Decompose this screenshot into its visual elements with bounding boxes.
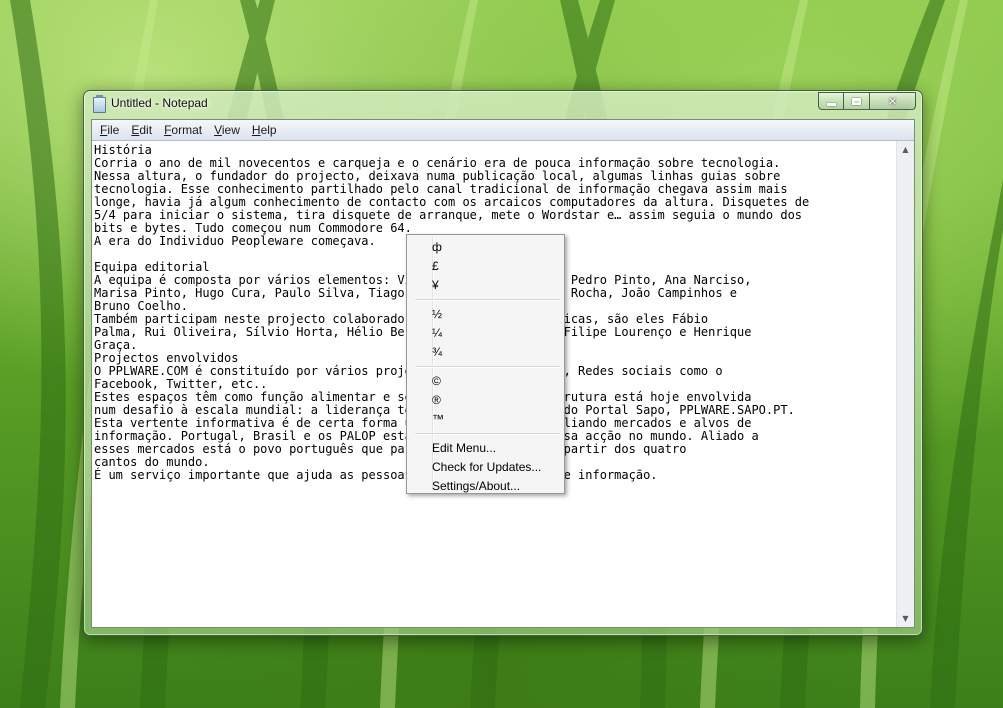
close-icon: ✕ (887, 94, 898, 108)
menu-file[interactable]: File (94, 123, 125, 137)
context-menu-item[interactable]: Check for Updates... (432, 458, 541, 477)
context-menu-item[interactable]: Edit Menu... (432, 439, 496, 458)
scroll-down-arrow-icon[interactable]: ▼ (897, 610, 914, 627)
context-menu-item[interactable]: ½ (432, 305, 442, 324)
menu-view[interactable]: View (208, 123, 246, 137)
context-menu-separator (415, 299, 560, 301)
title-bar[interactable]: Untitled - Notepad ✕ (84, 91, 922, 119)
window-title: Untitled - Notepad (111, 96, 208, 110)
context-menu-item[interactable]: ф (432, 238, 442, 257)
context-menu-item[interactable]: ¾ (432, 343, 442, 362)
context-menu-item[interactable]: © (432, 372, 441, 391)
scroll-up-arrow-icon[interactable]: ▲ (897, 141, 914, 158)
menu-format[interactable]: Format (158, 123, 208, 137)
menu-edit[interactable]: Edit (125, 123, 158, 137)
context-menu-item[interactable]: ¥ (432, 276, 439, 295)
context-menu-item[interactable]: ™ (432, 410, 444, 429)
context-menu-separator (415, 433, 560, 435)
vertical-scrollbar[interactable]: ▲ ▼ (896, 141, 914, 627)
menu-help[interactable]: Help (246, 123, 283, 137)
context-menu-item[interactable]: Settings/About... (432, 477, 520, 496)
menu-bar: File Edit Format View Help (92, 120, 914, 141)
close-button[interactable]: ✕ (870, 92, 916, 110)
context-menu-item[interactable]: ® (432, 391, 441, 410)
context-menu: ф £ ¥ ½ ¼ ¾ © ® ™ Edit Menu... Check for Updates..… (406, 234, 565, 494)
minimize-icon (826, 102, 836, 106)
notepad-icon[interactable] (93, 95, 106, 113)
minimize-button[interactable] (818, 92, 844, 110)
maximize-icon (852, 97, 861, 105)
context-menu-item[interactable]: £ (432, 257, 439, 276)
context-menu-separator (415, 366, 560, 368)
context-menu-item[interactable]: ¼ (432, 324, 442, 343)
maximize-button[interactable] (844, 92, 870, 110)
caption-buttons: ✕ (818, 92, 916, 111)
